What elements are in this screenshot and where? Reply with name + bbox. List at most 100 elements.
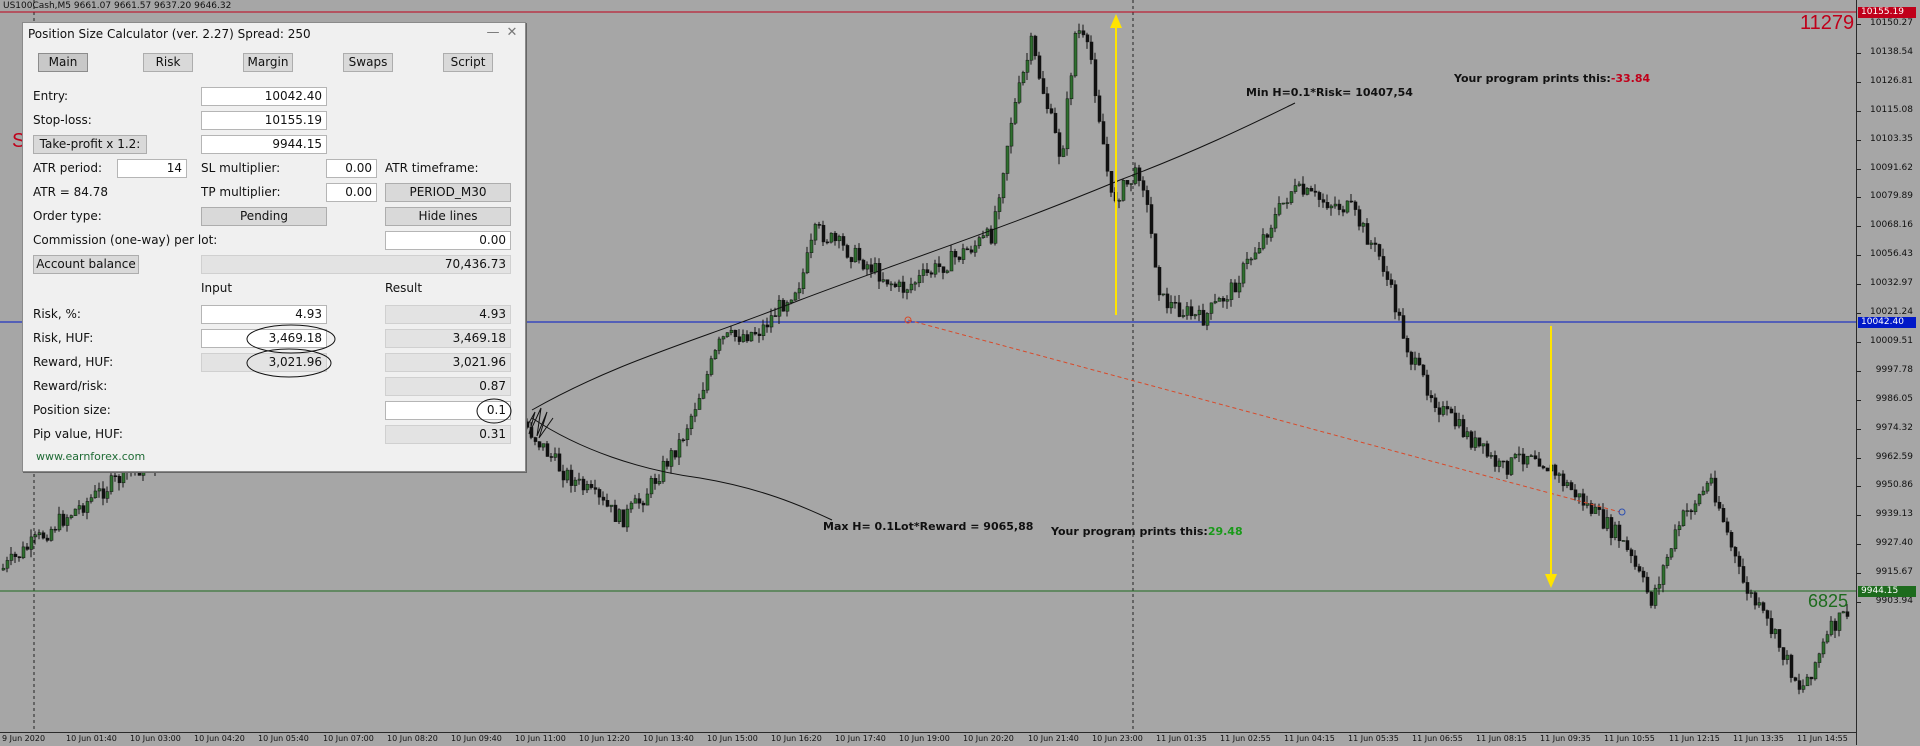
risk-percent-input[interactable]: 4.93 [201,305,327,324]
candle-body [721,336,726,340]
take-profit-level-text: 6825 [1808,591,1849,611]
candle-body [1533,455,1538,460]
candle-body [817,224,822,226]
candle-body [1613,524,1618,538]
candle-body [1389,279,1394,285]
candle-body [1025,59,1030,73]
candle-body [1601,509,1606,529]
hide-lines-button[interactable]: Hide lines [385,207,511,226]
candle-body [657,481,662,484]
candle-body [1597,506,1602,510]
candle-body [957,256,962,260]
tab-swaps[interactable]: Swaps [343,53,393,72]
candle-body [945,270,950,273]
candle-body [1593,506,1598,514]
candle-body [1813,662,1818,680]
price-tick-label: 9962.59 [1875,452,1913,462]
candle-body [1469,431,1474,448]
price-tick-label: 10009.51 [1870,336,1913,346]
candle-body [1553,464,1558,476]
candle-body [1453,412,1458,427]
candle-body [1101,121,1106,145]
stop-loss-label: Stop-loss: [33,113,92,127]
tab-script[interactable]: Script [443,53,493,72]
price-axis[interactable]: 10150.27 10138.54 10126.81 10115.08 10103.35… [1856,0,1920,745]
candle-body [1797,680,1802,690]
position-size-result[interactable]: 0.1 [385,401,511,420]
candle-body [1365,223,1370,245]
candle-body [1085,34,1090,43]
atr-timeframe-button[interactable]: PERIOD_M30 [385,183,511,202]
candle-body [1105,143,1110,172]
candle-body [1761,602,1766,611]
candle-body [1125,180,1130,185]
position-size-calculator-panel[interactable]: Position Size Calculator (ver. 2.27) Spr… [22,22,526,472]
candle-body [1445,406,1450,410]
candle-body [1561,473,1566,487]
candle-body [1229,282,1234,300]
program-prints-top-value: -33.84 [1610,72,1651,85]
tp-multiplier-input[interactable]: 0.00 [326,183,377,202]
candle-body [881,279,886,282]
reward-money-input: 3,021.96 [201,353,327,372]
take-profit-button[interactable]: Take-profit x 1.2: [33,135,147,154]
candle-body [1457,419,1462,427]
risk-money-label: Risk, HUF: [33,331,94,345]
candle-body [1097,95,1102,122]
candle-body [1521,453,1526,465]
candle-body [65,517,70,526]
candle-body [1405,338,1410,353]
time-tick-label: 10 Jun 09:40 [451,734,502,743]
account-balance-button[interactable]: Account balance [33,255,139,274]
price-tick-label: 9997.78 [1875,365,1913,375]
time-tick-label: 9 Jun 2020 [2,734,46,743]
atr-timeframe-label: ATR timeframe: [385,161,479,175]
candle-body [1305,188,1310,195]
candle-body [1473,437,1478,448]
time-axis[interactable]: 9 Jun 2020 10 Jun 01:40 10 Jun 03:00 10 Jun… [0,732,1856,746]
candle-body [1357,209,1362,227]
candle-body [637,498,642,504]
commission-input[interactable]: 0.00 [385,231,511,250]
time-tick-label: 10 Jun 08:20 [387,734,438,743]
candle-body [17,556,22,559]
trend-line[interactable] [907,319,1621,513]
order-type-button[interactable]: Pending [201,207,327,226]
candle-body [797,288,802,294]
minimize-icon[interactable]: — [486,25,500,40]
tab-margin[interactable]: Margin [243,53,293,72]
time-tick-label: 10 Jun 17:40 [835,734,886,743]
candle-body [1313,190,1318,193]
up-arrow-head [1110,14,1122,28]
candle-body [1745,582,1750,594]
atr-period-input[interactable]: 14 [117,159,187,178]
price-tick-label: 10032.97 [1870,278,1913,288]
take-profit-input[interactable]: 9944.15 [201,135,327,154]
candle-body [557,453,562,472]
risk-money-input[interactable]: 3,469.18 [201,329,327,348]
price-tick [1857,429,1861,430]
candle-body [1253,252,1258,260]
sl-multiplier-input[interactable]: 0.00 [326,159,377,178]
candle-body [1161,293,1166,296]
time-tick-label: 10 Jun 11:00 [515,734,566,743]
website-link[interactable]: www.earnforex.com [36,450,145,463]
reward-risk-result: 0.87 [385,377,511,396]
price-chart[interactable]: US100Cash,M5 9661.07 9661.57 9637.20 964… [0,0,1856,732]
candle-body [1257,248,1262,254]
candle-body [717,338,722,351]
candle-body [1441,406,1446,415]
close-icon[interactable]: ✕ [505,25,519,40]
candle-body [745,334,750,342]
tab-risk[interactable]: Risk [143,53,193,72]
entry-input[interactable]: 10042.40 [201,87,327,106]
price-tick [1857,140,1861,141]
candle-body [1817,653,1822,663]
tab-main[interactable]: Main [38,53,88,72]
candle-body [1117,200,1122,202]
candle-body [1109,171,1114,193]
stop-loss-input[interactable]: 10155.19 [201,111,327,130]
risk-money-result: 3,469.18 [385,329,511,348]
candle-body [41,532,46,539]
candle-body [1233,282,1238,293]
